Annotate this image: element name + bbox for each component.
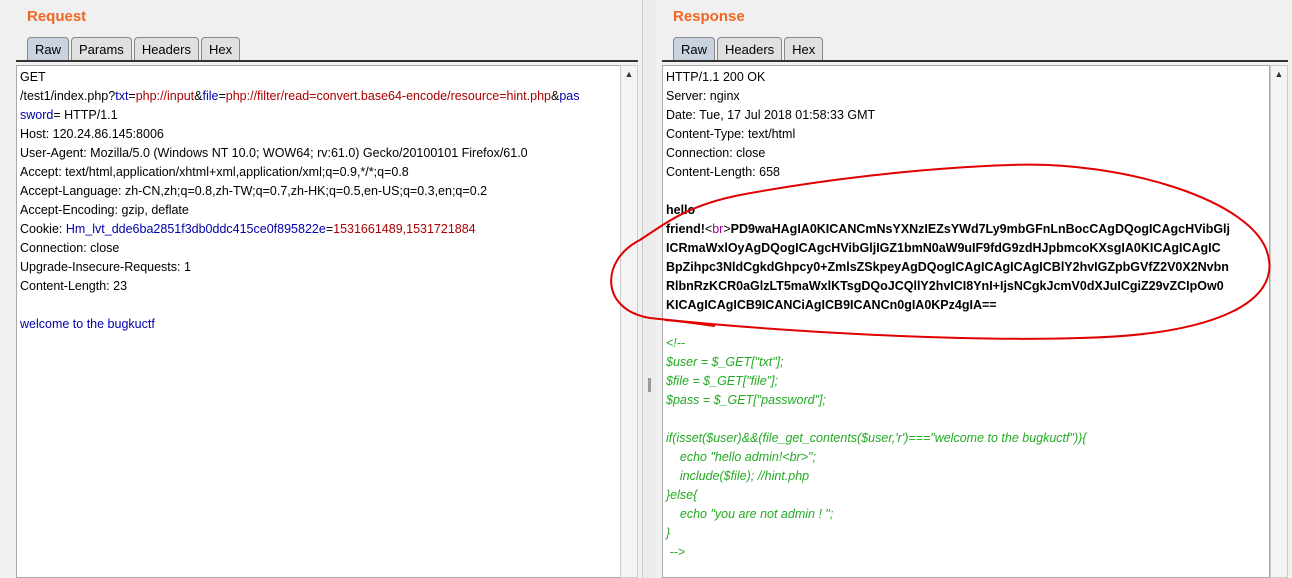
tab-underline [662,60,1288,62]
tab-headers[interactable]: Headers [717,37,783,60]
header-date: Date: Tue, 17 Jul 2018 01:58:33 GMT [666,108,876,122]
scroll-up-icon[interactable]: ▲ [1271,66,1287,82]
tab-underline [16,60,638,62]
status-line: HTTP/1.1 200 OK [666,70,766,84]
base64-line: RlbnRzKCR0aGlzLT5maWxlKTsgDQoJCQllY2hvIC… [666,279,1224,293]
request-path: /test1/index.php?txt=php://input&file=ph… [20,89,580,103]
header-accept-language: Accept-Language: zh-CN,zh;q=0.8,zh-TW;q=… [20,184,488,198]
scroll-up-icon[interactable]: ▲ [621,66,637,82]
tab-raw[interactable]: Raw [27,37,70,60]
header-content-type: Content-Type: text/html [666,127,796,141]
header-upgrade: Upgrade-Insecure-Requests: 1 [20,260,191,274]
response-scrollbar[interactable]: ▲ [1270,65,1288,578]
request-pane: Request Raw Params Headers Hex GET/test1… [0,0,642,578]
code-line: --> [666,545,686,559]
request-body: welcome to the bugkuctf [20,317,155,331]
request-tabs: Raw Params Headers Hex [27,37,241,60]
code-line: $pass = $_GET["password"]; [666,393,826,407]
tab-headers[interactable]: Headers [133,37,199,60]
request-line: GET [20,70,46,84]
grip-handle-icon[interactable] [648,378,651,392]
header-host: Host: 120.24.86.145:8006 [20,127,164,141]
base64-line: BpZihpc3NldCgkdGhpcy0+ZmlsZSkpeyAgDQogIC… [666,260,1229,274]
header-cookie: Cookie: Hm_lvt_dde6ba2851f3db0ddc415ce0f… [20,222,476,236]
code-line: $user = $_GET["txt"]; [666,355,784,369]
header-server: Server: nginx [666,89,740,103]
body-friend: friend!<br>PD9waHAgIA0KICANCmNsYXNzIEZsY… [666,222,1230,236]
code-line: if(isset($user)&&(file_get_contents($use… [666,431,1087,445]
header-accept: Accept: text/html,application/xhtml+xml,… [20,165,409,179]
code-line: echo "you are not admin ! "; [666,507,834,521]
code-line: echo "hello admin!<br>"; [666,450,816,464]
header-connection: Connection: close [666,146,766,160]
code-line: <!-- [666,336,686,350]
base64-line: KICAgICAgICB9ICANCiAgICB9ICANCn0gIA0KPz4… [666,298,997,312]
tab-hex[interactable]: Hex [200,37,241,60]
header-user-agent: User-Agent: Mozilla/5.0 (Windows NT 10.0… [20,146,528,160]
code-line: } [666,526,671,540]
request-scrollbar[interactable]: ▲ [620,65,638,578]
header-content-length: Content-Length: 23 [20,279,128,293]
code-line: $file = $_GET["file"]; [666,374,779,388]
response-editor[interactable]: HTTP/1.1 200 OK Server: nginx Date: Tue, 1… [662,65,1270,578]
response-tabs: Raw Headers Hex [673,37,824,60]
header-content-length: Content-Length: 658 [666,165,780,179]
header-accept-encoding: Accept-Encoding: gzip, deflate [20,203,189,217]
response-pane: Response Raw Headers Hex HTTP/1.1 200 OK… [656,0,1292,578]
tab-params[interactable]: Params [71,37,132,60]
request-editor[interactable]: GET/test1/index.php?txt=php://input&file… [16,65,622,578]
tab-raw[interactable]: Raw [673,37,716,60]
tab-hex[interactable]: Hex [784,37,824,60]
header-connection: Connection: close [20,241,120,255]
code-line: include($file); //hint.php [666,469,810,483]
request-title: Request [27,8,87,25]
base64-line: ICRmaWxlOyAgDQogICAgcHVibGljIGZ1bmN0aW9u… [666,241,1221,255]
response-title: Response [673,8,745,25]
body-hello: hello [666,203,696,217]
request-path-cont: sword= HTTP/1.1 [20,108,118,122]
code-line: }else{ [666,488,698,502]
